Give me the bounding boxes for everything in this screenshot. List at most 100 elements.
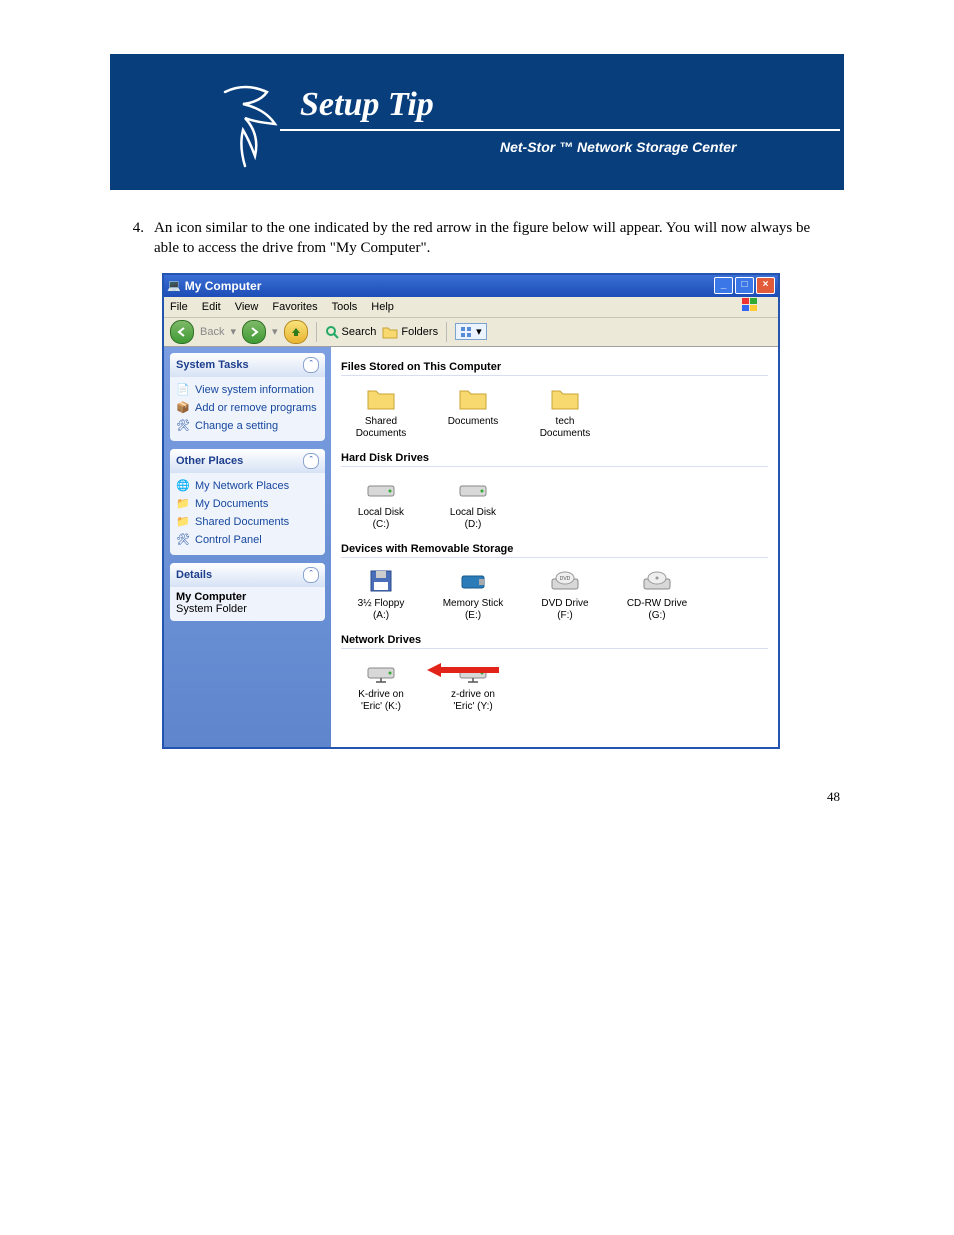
link-control-panel[interactable]: 🛠 Control Panel (176, 531, 319, 549)
up-button[interactable] (284, 320, 308, 344)
programs-icon: 📦 (176, 401, 190, 415)
step-text: An icon similar to the one indicated by … (154, 218, 828, 259)
drive-icon (441, 475, 505, 505)
instruction-step: 4. An icon similar to the one indicated … (126, 218, 828, 259)
panel-system-tasks: System Tasks ˆ 📄View system information 📦… (170, 353, 325, 441)
link-my-documents[interactable]: 📁 My Documents (176, 495, 319, 513)
icon-label: Local Disk (C:) (358, 507, 404, 530)
eagle-logo-icon (215, 74, 295, 174)
content-pane: Files Stored on This Computer Shared Doc… (331, 347, 778, 747)
icon-tech-documents[interactable]: tech Documents (533, 384, 597, 440)
network-icon: 🌐 (176, 479, 190, 493)
drive-icon (349, 475, 413, 505)
details-type: System Folder (176, 603, 247, 615)
panel-other-places: Other Places ˆ 🌐 My Network Places 📁 My Doc… (170, 449, 325, 555)
link-add-remove-programs[interactable]: 📦Add or remove programs (176, 399, 319, 417)
memory-stick-icon (441, 566, 505, 596)
page-number: 48 (110, 789, 840, 805)
link-label: Control Panel (195, 534, 262, 546)
tasks-header: System Tasks (176, 359, 249, 371)
header-banner: Setup Tip Net-Stor ™ Network Storage Cen… (110, 54, 844, 190)
icon-dvd-drive[interactable]: DVDDVD Drive (F:) (533, 566, 597, 622)
windows-flag-icon (742, 298, 758, 315)
back-label: Back (200, 326, 224, 338)
icon-label: Local Disk (D:) (450, 507, 496, 530)
toolbar: Back ▾ ▾ Search Folders ▾ (164, 318, 778, 347)
step-number: 4. (126, 218, 144, 259)
screenshot-window: 💻 My Computer _ □ × File Edit View Favor… (162, 273, 780, 749)
setting-icon: 🛠 (176, 419, 190, 433)
icon-label: Memory Stick (E:) (443, 598, 504, 621)
floppy-icon (349, 566, 413, 596)
details-name: My Computer (176, 591, 246, 603)
section-network-header: Network Drives (341, 632, 768, 649)
search-label: Search (342, 326, 377, 338)
menu-view[interactable]: View (235, 301, 259, 313)
folder-icon: 📁 (176, 497, 190, 511)
collapse-icon[interactable]: ˆ (303, 453, 319, 469)
icon-local-disk-c[interactable]: Local Disk (C:) (349, 475, 413, 531)
info-icon: 📄 (176, 383, 190, 397)
link-shared-documents[interactable]: 📁 Shared Documents (176, 513, 319, 531)
forward-dropdown-icon[interactable]: ▾ (272, 325, 278, 338)
folders-label: Folders (401, 326, 438, 338)
menu-tools[interactable]: Tools (332, 301, 358, 313)
icon-shared-documents[interactable]: Shared Documents (349, 384, 413, 440)
red-arrow-icon (427, 663, 499, 677)
menubar: File Edit View Favorites Tools Help (164, 297, 778, 318)
link-network-places[interactable]: 🌐 My Network Places (176, 477, 319, 495)
places-header: Other Places (176, 455, 243, 467)
icon-local-disk-d[interactable]: Local Disk (D:) (441, 475, 505, 531)
window-title: My Computer (185, 279, 712, 293)
views-dropdown-icon: ▾ (476, 325, 482, 338)
icon-network-drive-k[interactable]: K-drive on 'Eric' (K:) (349, 657, 413, 713)
search-button[interactable]: Search (325, 325, 377, 339)
folder-icon (533, 384, 597, 414)
details-header: Details (176, 569, 212, 581)
link-view-system-info[interactable]: 📄View system information (176, 381, 319, 399)
network-drive-icon (349, 657, 413, 687)
link-change-setting[interactable]: 🛠 Change a setting (176, 417, 319, 435)
maximize-button[interactable]: □ (735, 277, 754, 294)
link-label: My Network Places (195, 480, 289, 492)
folder-icon (441, 384, 505, 414)
icon-label: CD-RW Drive (G:) (627, 598, 687, 621)
panel-details: Details ˆ My Computer System Folder (170, 563, 325, 621)
link-label: Shared Documents (195, 516, 289, 528)
back-button[interactable] (170, 320, 194, 344)
folder-icon: 📁 (176, 515, 190, 529)
close-button[interactable]: × (756, 277, 775, 294)
sidebar: System Tasks ˆ 📄View system information 📦… (164, 347, 331, 747)
icon-documents[interactable]: Documents (441, 384, 505, 440)
menu-favorites[interactable]: Favorites (272, 301, 317, 313)
menu-edit[interactable]: Edit (202, 301, 221, 313)
icon-cdrw-drive[interactable]: CD-RW Drive (G:) (625, 566, 689, 622)
control-panel-icon: 🛠 (176, 533, 190, 547)
views-button[interactable]: ▾ (455, 323, 487, 340)
banner-title: Setup Tip (300, 86, 434, 124)
icon-floppy[interactable]: 3½ Floppy (A:) (349, 566, 413, 622)
icon-memory-stick[interactable]: Memory Stick (E:) (441, 566, 505, 622)
menu-help[interactable]: Help (371, 301, 394, 313)
collapse-icon[interactable]: ˆ (303, 357, 319, 373)
section-hdd-header: Hard Disk Drives (341, 450, 768, 467)
app-icon: 💻 (167, 279, 181, 292)
collapse-icon[interactable]: ˆ (303, 567, 319, 583)
folders-button[interactable]: Folders (382, 325, 438, 339)
minimize-button[interactable]: _ (714, 277, 733, 294)
back-dropdown-icon[interactable]: ▾ (230, 325, 236, 338)
titlebar: 💻 My Computer _ □ × (164, 275, 778, 297)
banner-rule (280, 129, 840, 131)
forward-button[interactable] (242, 320, 266, 344)
icon-label: K-drive on 'Eric' (K:) (358, 689, 404, 712)
icon-label: Documents (448, 416, 499, 427)
icon-label: 3½ Floppy (A:) (358, 598, 405, 621)
link-label: My Documents (195, 498, 268, 510)
toolbar-separator-2 (446, 322, 447, 342)
icon-label: Shared Documents (356, 416, 407, 439)
section-removable-header: Devices with Removable Storage (341, 541, 768, 558)
dvd-icon: DVD (533, 566, 597, 596)
link-label: Change a setting (195, 420, 278, 432)
menu-file[interactable]: File (170, 301, 188, 313)
icon-label: z-drive on 'Eric' (Y:) (451, 689, 495, 712)
